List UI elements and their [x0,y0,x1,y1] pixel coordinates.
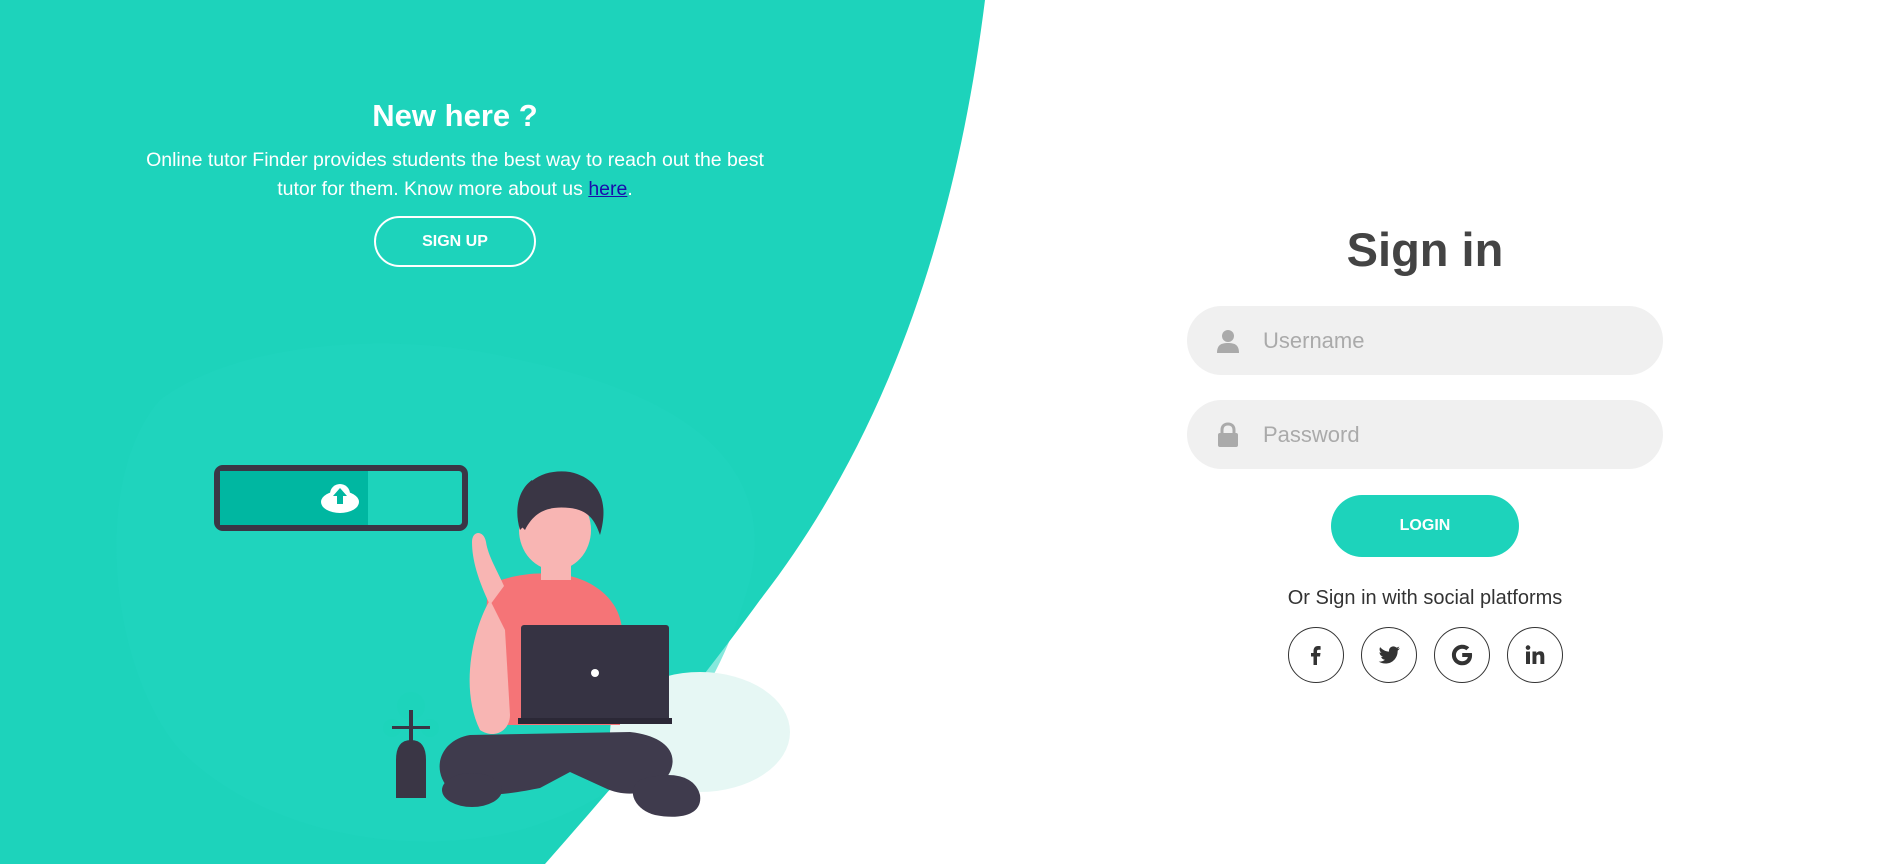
panel-description-period: . [627,178,633,200]
facebook-glyph [1310,646,1321,665]
panel-description-text: Online tutor Finder provides students th… [146,149,764,200]
facebook-icon[interactable] [1287,627,1344,683]
username-input[interactable] [1263,306,1643,375]
panel-description: Online tutor Finder provides students th… [130,146,780,204]
social-icons-row [1187,627,1663,683]
sign-in-title: Sign in [1346,223,1504,276]
linkedin-icon[interactable] [1506,627,1563,683]
login-button[interactable]: LOGIN [1331,495,1519,557]
password-field[interactable] [1187,400,1663,469]
panel-content: New here ? Online tutor Finder provides … [130,96,780,267]
know-more-link[interactable]: here [588,178,627,200]
left-panel: New here ? Online tutor Finder provides … [0,0,910,864]
twitter-icon[interactable] [1360,627,1417,683]
lock-icon [1218,422,1238,447]
social-signin-text: Or Sign in with social platforms [1287,587,1563,609]
person-with-laptop-illustration [116,343,790,842]
linkedin-glyph [1525,645,1544,664]
username-field[interactable] [1187,306,1663,375]
google-glyph [1451,644,1472,666]
twitter-glyph [1378,646,1400,664]
sign-up-button[interactable]: SIGN UP [374,216,536,267]
password-input[interactable] [1263,400,1643,469]
panel-title: New here ? [372,98,538,133]
sign-in-form: Sign in LOGIN Or Sign in with social pla… [1187,220,1663,683]
google-icon[interactable] [1433,627,1490,683]
user-icon [1217,330,1239,353]
upload-progress-bar [214,465,468,531]
sign-in-page: New here ? Online tutor Finder provides … [0,0,1898,864]
